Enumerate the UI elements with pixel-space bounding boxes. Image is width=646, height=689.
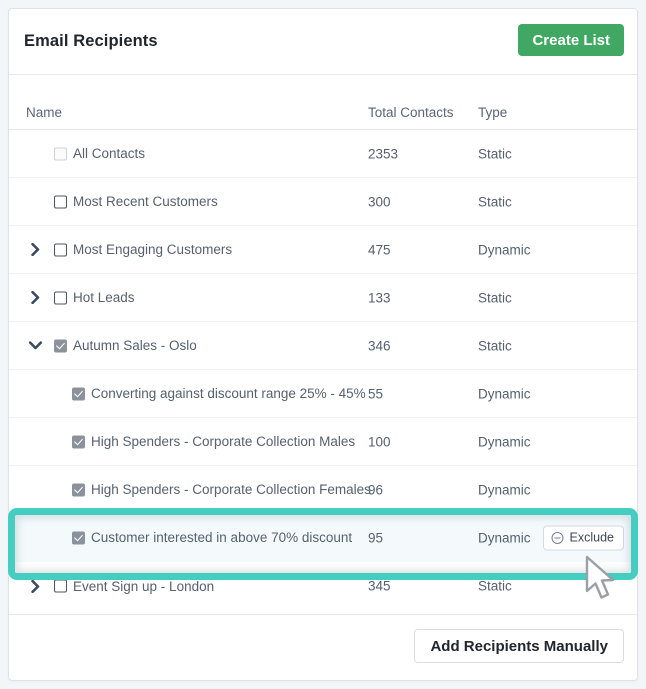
table-row[interactable]: Most Recent Customers 300 Static xyxy=(9,178,637,226)
exclude-button[interactable]: Exclude xyxy=(542,525,624,550)
list-name-label: All Contacts xyxy=(73,146,146,161)
row-total-contacts: 133 xyxy=(368,290,391,305)
table-header-row: Name Total Contacts Type xyxy=(9,75,637,130)
table-row[interactable]: Most Engaging Customers 475 Dynamic xyxy=(9,226,637,274)
row-name-cell: Converting against discount range 25% - … xyxy=(9,370,366,417)
recipients-table: Name Total Contacts Type All Contacts 235… xyxy=(9,75,637,610)
row-total-contacts: 55 xyxy=(368,386,384,401)
row-type: Dynamic xyxy=(478,530,531,545)
row-name-cell: High Spenders - Corporate Collection Fem… xyxy=(9,466,371,513)
table-row[interactable]: Customer interested in above 70% discoun… xyxy=(9,514,637,562)
table-row[interactable]: Event Sign up - London 345 Static xyxy=(9,562,637,610)
list-name-label: Customer interested in above 70% discoun… xyxy=(91,530,353,545)
list-name-label: Most Engaging Customers xyxy=(73,242,233,257)
panel-footer: Add Recipients Manually xyxy=(9,614,637,680)
column-header-name: Name xyxy=(26,105,63,120)
row-type: Static xyxy=(478,290,512,305)
email-recipients-panel: Email Recipients Create List Name Total … xyxy=(8,8,638,681)
list-name-label: Most Recent Customers xyxy=(73,194,218,209)
row-total-contacts: 95 xyxy=(368,530,384,545)
row-type: Static xyxy=(478,194,512,209)
row-name-cell: Autumn Sales - Oslo xyxy=(9,322,197,369)
row-type: Dynamic xyxy=(478,242,531,257)
row-type: Dynamic xyxy=(478,482,531,497)
panel-header: Email Recipients Create List xyxy=(9,9,637,75)
list-name-label: Hot Leads xyxy=(73,290,135,305)
row-total-contacts: 2353 xyxy=(368,146,399,161)
row-total-contacts: 300 xyxy=(368,194,391,209)
list-name-label: Autumn Sales - Oslo xyxy=(73,338,197,353)
list-name-label: Event Sign up - London xyxy=(73,578,215,594)
table-row[interactable]: Autumn Sales - Oslo 346 Static xyxy=(9,322,637,370)
row-total-contacts: 100 xyxy=(368,434,391,449)
row-name-cell: High Spenders - Corporate Collection Mal… xyxy=(9,418,355,465)
row-total-contacts: 345 xyxy=(368,578,391,594)
row-type: Static xyxy=(478,146,512,161)
table-body: All Contacts 2353 Static Most Recent Custom… xyxy=(9,130,637,610)
row-name-cell: All Contacts xyxy=(9,130,145,177)
table-row[interactable]: Hot Leads 133 Static xyxy=(9,274,637,322)
row-total-contacts: 346 xyxy=(368,338,391,353)
list-name-label: Converting against discount range 25% - … xyxy=(91,386,366,401)
list-name-label: High Spenders - Corporate Collection Fem… xyxy=(91,482,371,497)
row-name-cell: Most Recent Customers xyxy=(9,178,218,225)
row-name-cell: Most Engaging Customers xyxy=(9,226,232,273)
create-list-button[interactable]: Create List xyxy=(518,24,624,56)
table-row[interactable]: Converting against discount range 25% - … xyxy=(9,370,637,418)
row-type: Static xyxy=(478,578,512,594)
table-row[interactable]: All Contacts 2353 Static xyxy=(9,130,637,178)
table-row[interactable]: High Spenders - Corporate Collection Fem… xyxy=(9,466,637,514)
row-type: Static xyxy=(478,338,512,353)
minus-circle-icon xyxy=(551,531,564,544)
row-total-contacts: 96 xyxy=(368,482,384,497)
row-type: Dynamic xyxy=(478,434,531,449)
row-type: Dynamic xyxy=(478,386,531,401)
column-header-type: Type xyxy=(478,105,508,120)
add-recipients-manually-button[interactable]: Add Recipients Manually xyxy=(414,629,624,663)
row-name-cell: Hot Leads xyxy=(9,274,135,321)
table-row[interactable]: High Spenders - Corporate Collection Mal… xyxy=(9,418,637,466)
row-name-cell: Customer interested in above 70% discoun… xyxy=(9,514,352,561)
page-title: Email Recipients xyxy=(24,32,158,50)
row-name-cell: Event Sign up - London xyxy=(9,562,214,610)
exclude-button-label: Exclude xyxy=(569,530,614,545)
list-name-label: High Spenders - Corporate Collection Mal… xyxy=(91,434,356,449)
column-header-total-contacts: Total Contacts xyxy=(368,105,454,120)
screen: Email Recipients Create List Name Total … xyxy=(0,0,646,689)
row-total-contacts: 475 xyxy=(368,242,391,257)
